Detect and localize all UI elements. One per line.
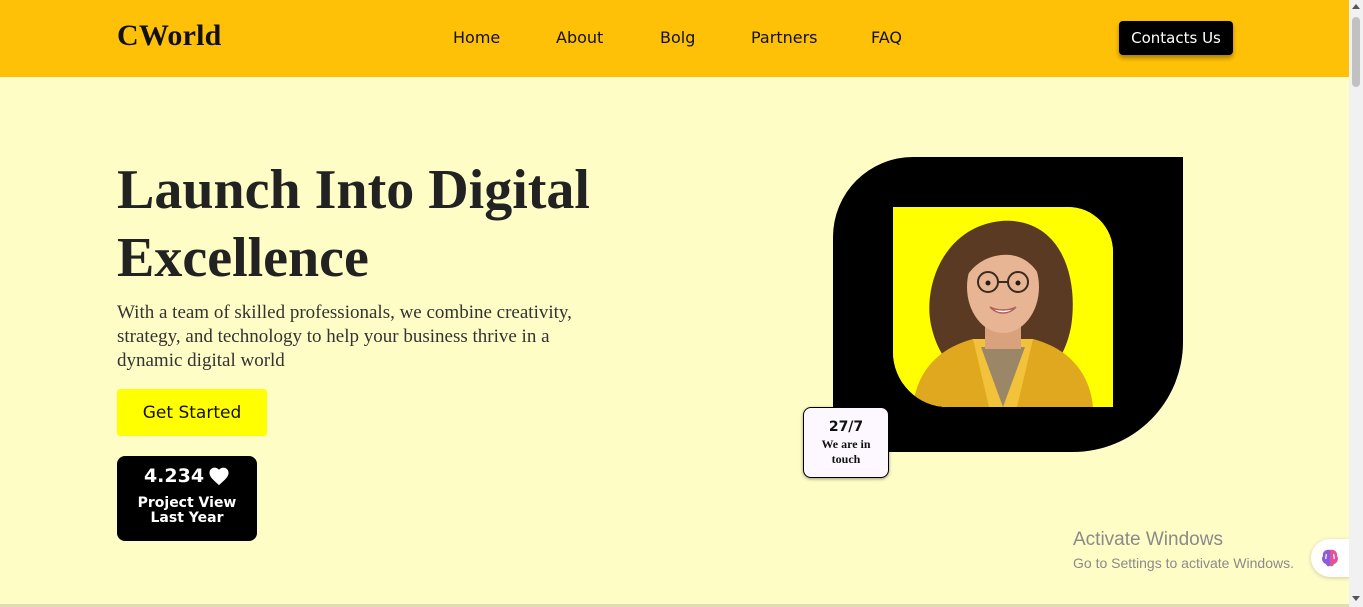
contacts-us-button[interactable]: Contacts Us xyxy=(1119,21,1233,55)
hero-headline-line1: Launch Into Digital xyxy=(117,159,590,221)
stat-value-row: 4.234 xyxy=(117,465,257,487)
nav-link-blog[interactable]: Bolg xyxy=(660,28,695,47)
hero-description: With a team of skilled professionals, we… xyxy=(117,302,572,371)
activate-windows-subtitle: Go to Settings to activate Windows. xyxy=(1073,555,1294,571)
brand-logo[interactable]: CWorld xyxy=(117,19,222,53)
in-touch-card: 27/7 We are in touch xyxy=(803,407,889,478)
scrollbar-thumb[interactable] xyxy=(1352,17,1360,87)
activate-windows-title: Activate Windows xyxy=(1073,529,1223,550)
hero-headline: Launch Into Digital Excellence xyxy=(117,156,677,292)
brain-icon xyxy=(1322,549,1338,567)
nav-link-partners[interactable]: Partners xyxy=(751,28,817,47)
assistant-float-button[interactable] xyxy=(1311,539,1351,577)
get-started-button[interactable]: Get Started xyxy=(117,389,267,436)
hero-portrait-image xyxy=(893,207,1113,407)
heart-icon xyxy=(209,467,229,486)
portrait-illustration xyxy=(893,207,1113,407)
touch-card-text-line2: touch xyxy=(831,452,861,466)
project-view-stat-card: 4.234 Project View Last Year xyxy=(117,456,257,541)
touch-card-title: 27/7 xyxy=(828,419,864,435)
scroll-up-arrow-icon[interactable] xyxy=(1352,4,1360,9)
nav-link-home[interactable]: Home xyxy=(453,28,500,47)
navbar: CWorld Home About Bolg Partners FAQ Cont… xyxy=(0,0,1349,77)
stat-label: Project View Last Year xyxy=(117,496,257,526)
touch-card-text: We are in touch xyxy=(810,437,882,467)
stat-value: 4.234 xyxy=(143,465,205,487)
stat-label-line2: Last Year xyxy=(150,510,224,526)
nav-link-about[interactable]: About xyxy=(556,28,603,47)
hero-headline-line2: Excellence xyxy=(117,227,369,289)
vertical-scrollbar[interactable] xyxy=(1349,0,1363,607)
touch-card-text-line1: We are in xyxy=(821,437,871,451)
nav-link-faq[interactable]: FAQ xyxy=(871,28,902,47)
scroll-down-arrow-icon[interactable] xyxy=(1352,596,1360,601)
stat-label-line1: Project View xyxy=(137,495,237,511)
